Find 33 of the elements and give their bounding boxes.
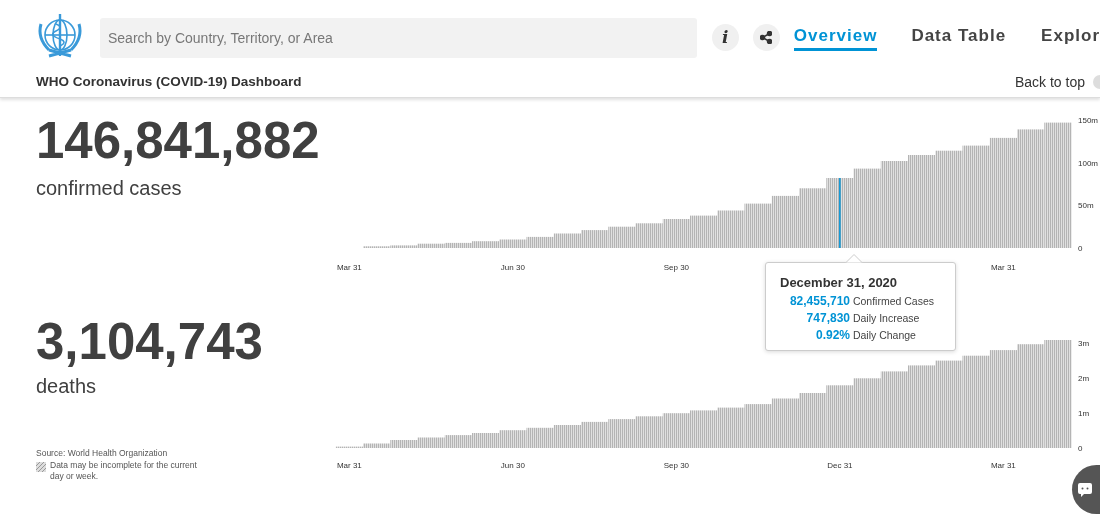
axis-label: 3m — [1078, 339, 1090, 349]
tooltip-stat: 0.92% Daily Change — [814, 326, 917, 344]
total-count: 146,841,882 — [36, 115, 320, 166]
axis-label: Sep 30 — [663, 263, 690, 272]
total-count: 3,104,743 — [36, 316, 263, 367]
tooltip-stat: 747,830 Daily Increase — [805, 309, 921, 327]
back-to-top-link[interactable]: Back to top — [1014, 71, 1085, 93]
axis-label: 1m — [1078, 409, 1090, 419]
axis-label: 0 — [1078, 244, 1083, 253]
count-label: confirmed cases — [36, 176, 182, 201]
tooltip-title: December 31, 2020 — [780, 274, 899, 292]
axis-label: 0 — [1078, 444, 1083, 453]
tooltip-stat: 82,455,710 Confirmed Cases — [788, 292, 936, 310]
axis-label: Jun 30 — [500, 263, 525, 272]
count-label: deaths — [36, 374, 97, 399]
dashboard-title: WHO Coronavirus (COVID-19) Dashboard — [36, 72, 302, 91]
legend-note: Data may be incomplete for the current day or week. — [50, 460, 198, 482]
axis-label: 150m — [1078, 116, 1098, 125]
axis-label: Mar 31 — [336, 461, 362, 470]
axis-label: 100m — [1078, 158, 1098, 168]
axis-label: 2m — [1078, 374, 1090, 384]
info-button[interactable]: i — [711, 24, 739, 51]
axis-label: Mar 31 — [990, 461, 1016, 470]
search-field[interactable]: Search by Country, Territory, or Area — [100, 18, 697, 58]
nav-tab[interactable]: Data Table — [911, 26, 1007, 48]
axis-label: Jun 30 — [500, 461, 525, 470]
axis-label: Mar 31 — [990, 263, 1016, 272]
axis-label: 50m — [1078, 201, 1094, 211]
axis-label: Sep 30 — [663, 461, 690, 470]
axis-label: Dec 31 — [827, 461, 853, 470]
axis-label: Mar 31 — [336, 263, 362, 272]
source-text: Source: World Health Organization — [36, 447, 168, 460]
nav-tab[interactable]: Explor — [1041, 26, 1100, 48]
